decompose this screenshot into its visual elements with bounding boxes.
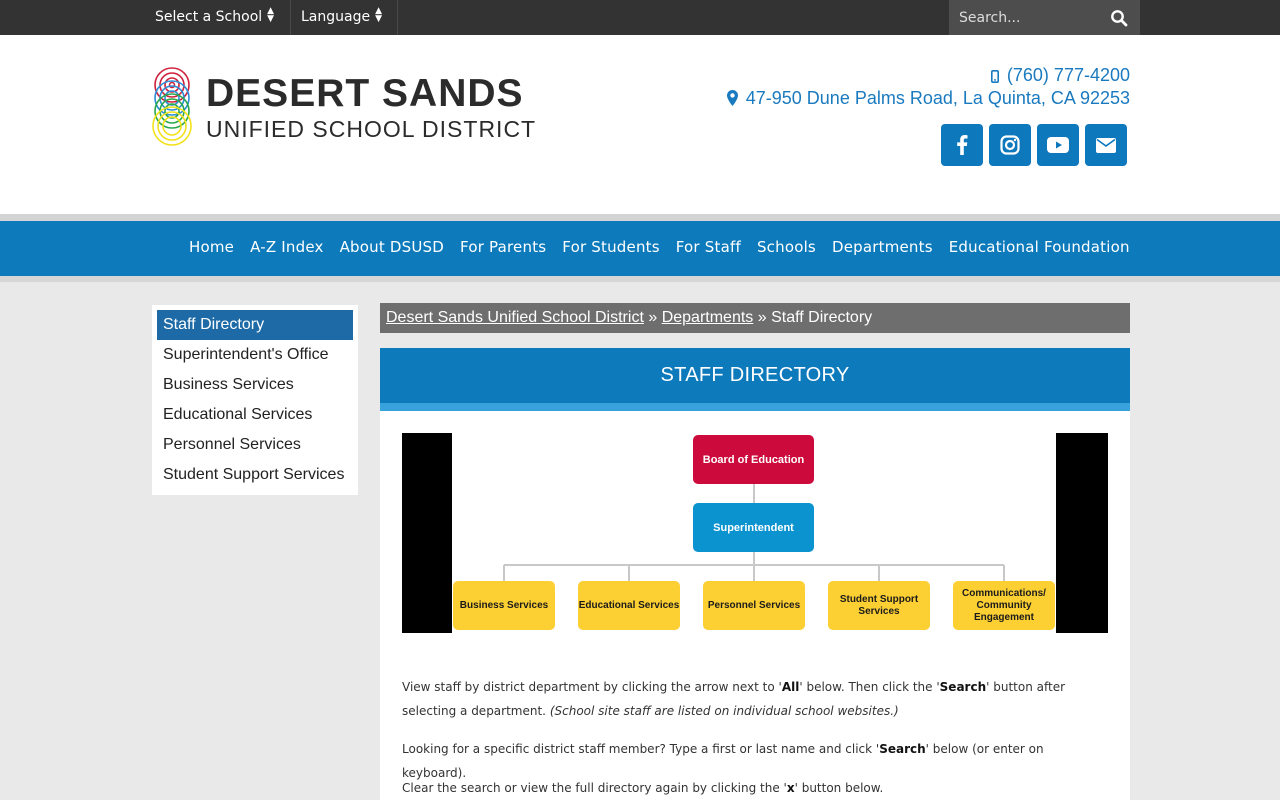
contact-address[interactable]: 47-950 Dune Palms Road, La Quinta, CA 92…: [726, 88, 1130, 109]
logo-subtitle: UNIFIED SCHOOL DISTRICT: [206, 116, 537, 142]
logo-title: DESERT SANDS: [206, 72, 524, 115]
concentric-circles-logo-icon: [152, 67, 192, 146]
nav-item-for-parents[interactable]: For Parents: [452, 221, 554, 276]
school-select[interactable]: Select a School ▲ ▼: [145, 0, 291, 35]
youtube-icon: [1047, 137, 1069, 153]
org-box-department: Business Services: [453, 581, 555, 630]
org-box-board: Board of Education: [693, 435, 814, 484]
youtube-button[interactable]: [1037, 124, 1079, 166]
search-icon[interactable]: [1110, 9, 1128, 27]
text-emphasis: All: [781, 680, 800, 694]
org-box-department: Personnel Services: [703, 581, 805, 630]
breadcrumb-separator: »: [753, 309, 772, 326]
sidebar: Staff Directory Superintendent's Office …: [152, 305, 358, 495]
sort-caret-icon: ▲ ▼: [267, 6, 275, 24]
language-select-label: Language: [301, 9, 371, 25]
breadcrumb-separator: »: [643, 309, 662, 326]
nav-items: Home A-Z Index About DSUSD For Parents F…: [181, 221, 1138, 276]
text-segment: Clear the search or view the full direct…: [402, 781, 787, 795]
text-emphasis: Search: [879, 742, 926, 756]
nav-item-educational-foundation[interactable]: Educational Foundation: [941, 221, 1138, 276]
search-input[interactable]: [949, 0, 1099, 35]
email-button[interactable]: [1085, 124, 1127, 166]
district-logo[interactable]: DESERT SANDS UNIFIED SCHOOL DISTRICT: [150, 66, 550, 152]
title-accent-bar: [380, 403, 1130, 411]
street-address: 47-950 Dune Palms Road, La Quinta, CA 92…: [745, 88, 1130, 108]
instructions-paragraph: View staff by district department by cli…: [402, 675, 1108, 723]
sidebar-item-business-services[interactable]: Business Services: [157, 370, 353, 400]
text-emphasis: x: [786, 781, 795, 795]
nav-item-for-staff[interactable]: For Staff: [668, 221, 749, 276]
envelope-icon: [1096, 137, 1116, 153]
nav-divider: [0, 276, 1280, 282]
content-body: Board of Education Superintendent Busine…: [380, 411, 1130, 800]
clear-instructions-paragraph: Clear the search or view the full direct…: [402, 776, 1108, 800]
contact-phone[interactable]: (760) 777-4200: [990, 65, 1130, 86]
sidebar-item-personnel-services[interactable]: Personnel Services: [157, 430, 353, 460]
map-marker-icon: [726, 90, 738, 106]
sidebar-item-staff-directory[interactable]: Staff Directory: [157, 310, 353, 340]
org-box-department: Student Support Services: [828, 581, 930, 630]
nav-item-for-students[interactable]: For Students: [554, 221, 667, 276]
sidebar-item-educational-services[interactable]: Educational Services: [157, 400, 353, 430]
sidebar-item-student-support-services[interactable]: Student Support Services: [157, 460, 353, 490]
instagram-button[interactable]: [989, 124, 1031, 166]
text-segment: Looking for a specific district staff me…: [402, 742, 880, 756]
text-segment: ' below. Then click the ': [799, 680, 940, 694]
nav-item-about[interactable]: About DSUSD: [332, 221, 452, 276]
main-nav: Home A-Z Index About DSUSD For Parents F…: [0, 221, 1280, 276]
school-select-label: Select a School: [155, 9, 263, 25]
mobile-phone-icon: [990, 70, 999, 83]
sidebar-item-superintendents-office[interactable]: Superintendent's Office: [157, 340, 353, 370]
site-search: [949, 0, 1140, 35]
page-title: STAFF DIRECTORY: [380, 348, 1130, 403]
text-emphasis: Search: [939, 680, 987, 694]
text-segment: ' button below.: [794, 781, 884, 795]
instagram-icon: [1000, 135, 1020, 155]
text-note: (School site staff are listed on individ…: [549, 704, 899, 718]
nav-item-departments[interactable]: Departments: [824, 221, 941, 276]
breadcrumb-current: Staff Directory: [771, 309, 873, 326]
org-chart-image: Board of Education Superintendent Busine…: [402, 433, 1108, 633]
nav-item-schools[interactable]: Schools: [749, 221, 824, 276]
header-divider: [0, 214, 1280, 221]
org-box-department: Educational Services: [578, 581, 680, 630]
sort-caret-icon: ▲ ▼: [375, 6, 383, 24]
nav-item-home[interactable]: Home: [181, 221, 242, 276]
site-header: DESERT SANDS UNIFIED SCHOOL DISTRICT (76…: [0, 35, 1280, 214]
breadcrumb-link-departments[interactable]: Departments: [662, 309, 754, 326]
phone-number: (760) 777-4200: [1006, 65, 1130, 85]
top-bar: Select a School ▲ ▼ Language ▲ ▼: [0, 0, 1280, 35]
org-box-department: Communications/ Community Engagement: [953, 581, 1055, 630]
breadcrumb: Desert Sands Unified School District » D…: [380, 303, 1130, 333]
org-box-superintendent: Superintendent: [693, 503, 814, 552]
breadcrumb-link-home[interactable]: Desert Sands Unified School District: [386, 309, 644, 326]
facebook-button[interactable]: [941, 124, 983, 166]
org-chart: Board of Education Superintendent Busine…: [452, 433, 1056, 633]
language-select[interactable]: Language ▲ ▼: [291, 0, 398, 35]
facebook-icon: [957, 135, 968, 155]
nav-item-a-z-index[interactable]: A-Z Index: [242, 221, 331, 276]
text-segment: View staff by district department by cli…: [402, 680, 782, 694]
